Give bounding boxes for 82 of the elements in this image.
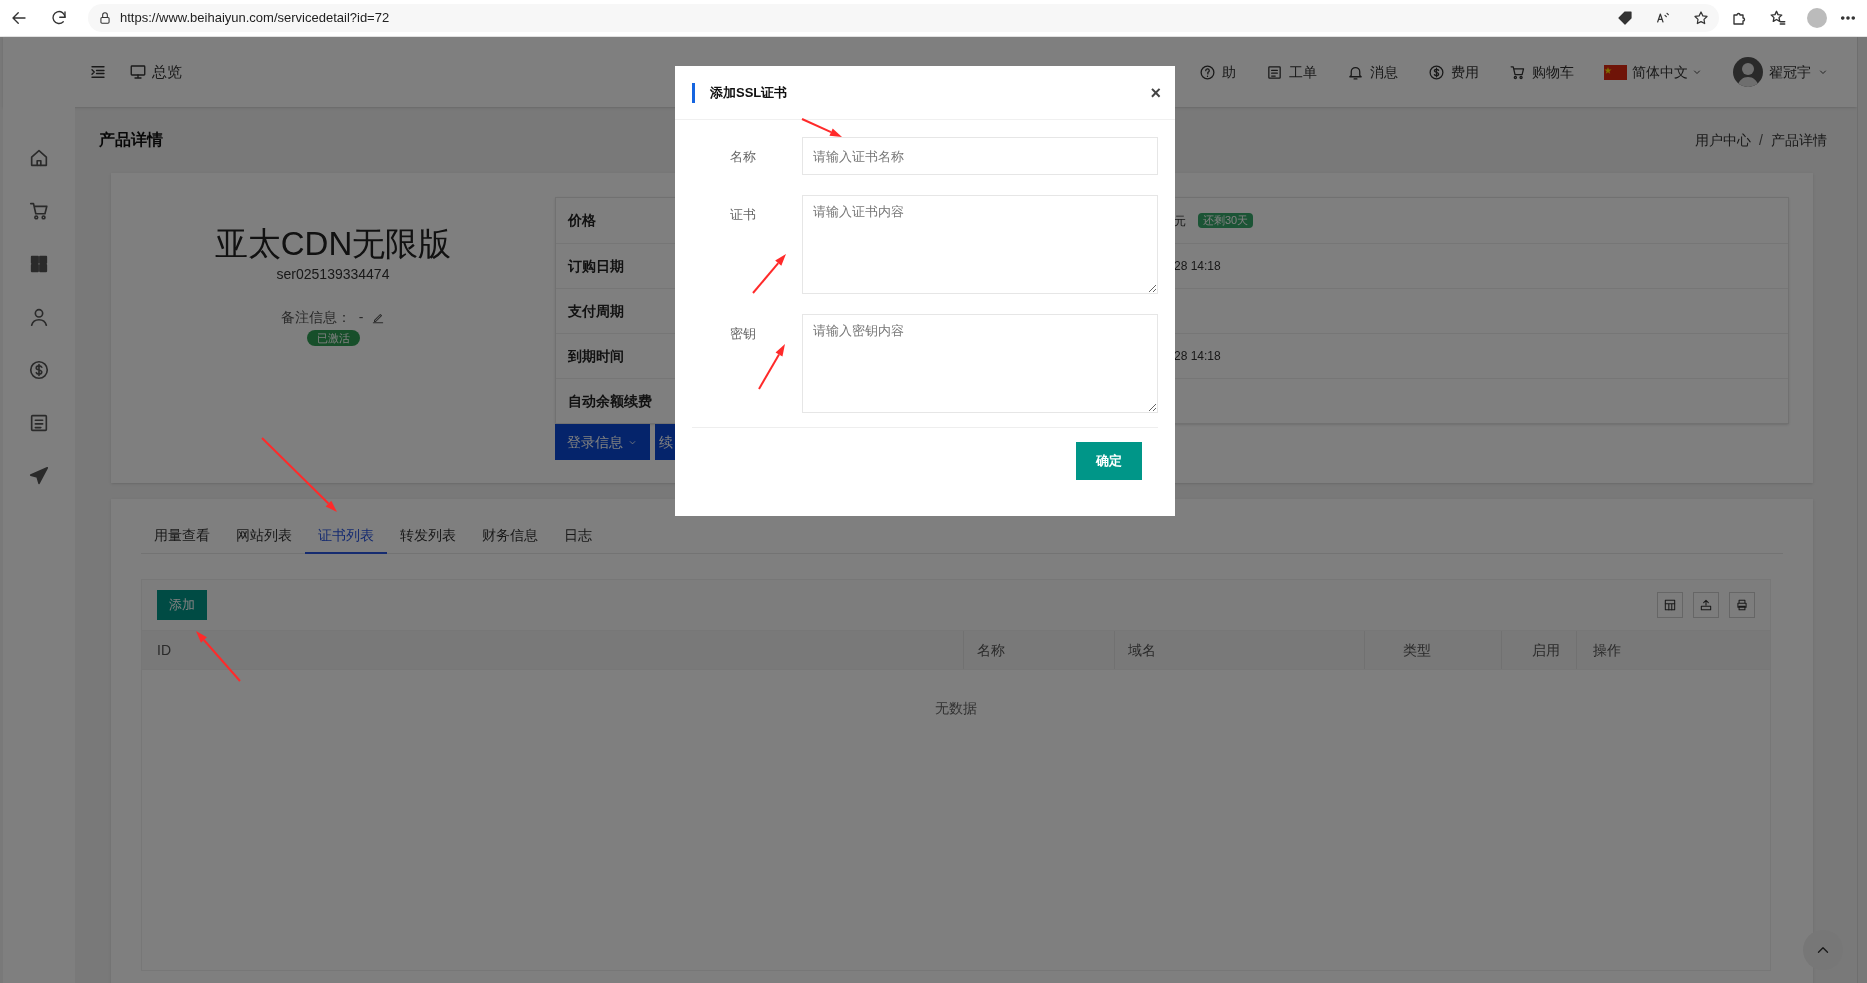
info-label: 支付周期 [568, 301, 624, 321]
field-label: 名称 [729, 148, 757, 166]
action-button[interactable]: 登录信息 [555, 424, 650, 460]
print-icon[interactable] [1729, 592, 1755, 618]
tab[interactable]: 财务信息 [469, 519, 551, 554]
nav-link[interactable]: 消息 [1347, 61, 1398, 83]
product-id: ser025139334474 [276, 265, 390, 285]
help-icon [1199, 63, 1216, 81]
language-selector[interactable]: 简体中文 [1604, 61, 1703, 83]
info-value: 元 [1174, 212, 1186, 230]
text-area[interactable]: 请输入密钥内容 [802, 314, 1158, 413]
field-label: 密钥 [729, 325, 757, 343]
info-label: 订购日期 [568, 256, 624, 276]
nav-link[interactable]: 工单 [1266, 61, 1317, 83]
avatar-icon [1733, 57, 1763, 87]
url-text: https://www.beihaiyun.com/servicedetail?id=72 [120, 9, 390, 28]
cart-icon[interactable] [28, 200, 50, 222]
column-header: ID [157, 640, 171, 660]
annotation-arrow [196, 631, 241, 682]
add-button[interactable]: 添加 [157, 590, 207, 620]
annotation-arrow [752, 254, 786, 294]
nav-link[interactable]: 购物车 [1509, 61, 1574, 83]
export-icon[interactable] [1693, 592, 1719, 618]
tab[interactable]: 证书列表 [305, 519, 387, 554]
home-icon[interactable] [28, 147, 50, 169]
confirm-button[interactable]: 确定 [1076, 442, 1142, 480]
dollar-icon [1428, 63, 1445, 81]
reload-icon[interactable] [50, 9, 68, 27]
info-value: 28 14:18 [1174, 348, 1221, 365]
user-icon[interactable] [28, 306, 50, 328]
modal-title: 添加SSL证书 [710, 83, 788, 102]
empty-message: 无数据 [935, 699, 977, 718]
title-accent-bar [692, 82, 695, 103]
breadcrumb-separator: / [1759, 130, 1763, 150]
close-button[interactable]: × [1150, 83, 1161, 102]
note-value: - [358, 308, 364, 328]
tab[interactable]: 日志 [551, 519, 605, 554]
ticket-icon [1266, 63, 1283, 81]
china-flag-icon [1604, 64, 1627, 80]
address-bar[interactable]: https://www.beihaiyun.com/servicedetail?id=72 [88, 4, 1720, 32]
annotation-arrow [801, 118, 842, 137]
columns-icon[interactable] [1657, 592, 1683, 618]
tag-icon[interactable] [1617, 10, 1634, 26]
paper-plane-icon[interactable] [28, 465, 50, 487]
overview-link[interactable]: 总览 [129, 60, 182, 84]
product-name: 亚太CDN无限版 [214, 224, 452, 264]
dollar-icon[interactable] [28, 359, 50, 381]
favorite-star-icon[interactable] [1693, 10, 1710, 26]
menu-toggle-icon[interactable] [89, 63, 107, 81]
note-label: 备注信息： [280, 308, 351, 328]
breadcrumb-link[interactable]: 用户中心 [1695, 129, 1752, 151]
read-aloud-icon[interactable] [1655, 10, 1672, 26]
tab[interactable]: 网站列表 [223, 519, 305, 554]
document-icon[interactable] [28, 412, 50, 434]
column-header: 启用 [1532, 640, 1560, 660]
text-area[interactable]: 请输入证书内容 [802, 195, 1158, 294]
cart-icon [1509, 63, 1526, 81]
column-header: 名称 [977, 640, 1005, 660]
status-badge: 已激活 [306, 330, 360, 347]
column-header: 域名 [1128, 640, 1156, 660]
page-title: 产品详情 [99, 130, 163, 150]
tab[interactable]: 转发列表 [387, 519, 469, 554]
field-label: 证书 [729, 206, 757, 224]
column-header: 类型 [1403, 640, 1431, 660]
monitor-icon [129, 63, 147, 81]
info-label: 价格 [568, 211, 596, 230]
column-header: 操作 [1593, 640, 1621, 660]
breadcrumb-link[interactable]: 产品详情 [1771, 129, 1827, 151]
nav-link[interactable]: 助 [1199, 61, 1236, 83]
tab[interactable]: 用量查看 [141, 519, 223, 554]
user-menu[interactable]: 翟冠宇 [1733, 57, 1829, 87]
nav-link[interactable]: 费用 [1428, 61, 1479, 83]
input-field[interactable]: 请输入证书名称 [802, 137, 1158, 175]
lock-icon [98, 11, 112, 25]
remaining-days-badge: 还剩30天 [1198, 213, 1254, 228]
annotation-arrow [758, 344, 785, 390]
favorites-icon[interactable] [1769, 9, 1788, 27]
info-label: 到期时间 [568, 346, 624, 366]
info-label: 自动余额续费 [568, 391, 652, 411]
info-value: 28 14:18 [1174, 258, 1221, 275]
grid-icon[interactable] [28, 253, 50, 275]
back-icon[interactable] [10, 9, 28, 27]
